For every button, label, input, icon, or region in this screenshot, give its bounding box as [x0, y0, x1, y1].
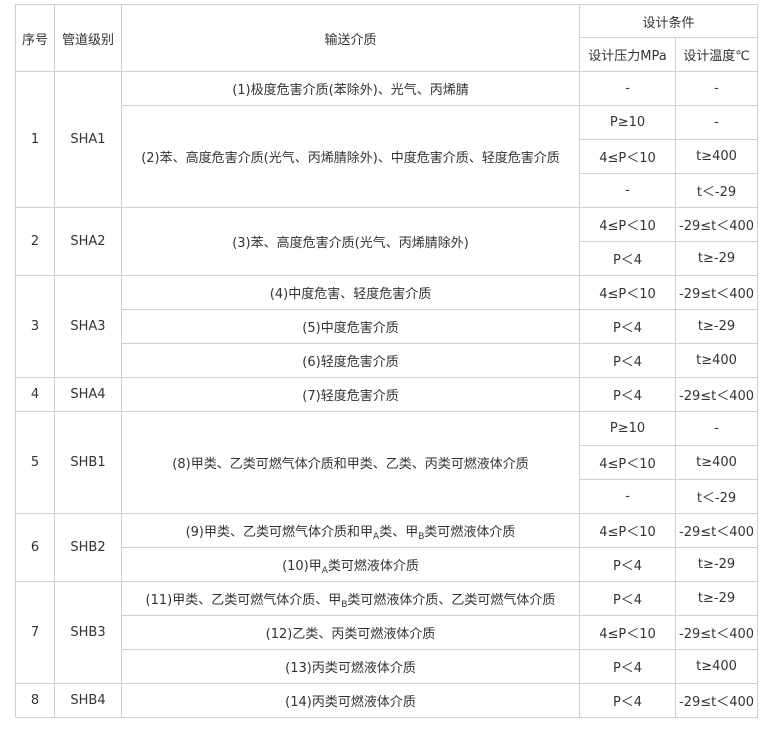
row-medium: (4)中度危害、轻度危害介质: [121, 275, 580, 310]
row-pressure: P＜4: [579, 649, 676, 684]
row-medium: (9)甲类、乙类可燃气体介质和甲A类、甲B类可燃液体介质: [121, 513, 580, 548]
row-grade: SHA4: [54, 377, 122, 412]
row-temperature: -: [674, 71, 759, 106]
row-medium: (7)轻度危害介质: [121, 377, 580, 412]
row-no: 5: [15, 411, 55, 514]
header-medium: 输送介质: [121, 4, 580, 72]
row-pressure: 4≤P＜10: [579, 275, 676, 310]
row-grade: SHA1: [54, 71, 122, 208]
row-pressure: P＜4: [579, 581, 676, 616]
row-temperature: -29≤t＜400: [674, 513, 759, 548]
row-pressure: -: [579, 173, 676, 208]
table-row: (13)丙类可燃液体介质 P＜4 t≥400: [16, 649, 759, 684]
row-pressure: P＜4: [579, 241, 676, 276]
row-temperature: -: [674, 411, 759, 446]
row-pressure: P＜4: [579, 309, 676, 344]
row-pressure: 4≤P＜10: [579, 139, 676, 174]
medium-text: 类可燃液体介质、乙类可燃气体介质: [347, 593, 556, 608]
medium-text: (9)甲类、乙类可燃气体介质和甲: [185, 525, 374, 540]
row-pressure: -: [579, 479, 676, 514]
row-grade: SHB1: [54, 411, 122, 514]
row-temperature: t＜-29: [674, 479, 759, 514]
table-row: 4 SHA4 (7)轻度危害介质 P＜4 -29≤t＜400: [15, 377, 759, 412]
row-grade: SHA3: [54, 275, 122, 378]
table-row: 5 SHB1 (8)甲类、乙类可燃气体介质和甲类、乙类、丙类可燃液体介质 P≥1…: [15, 411, 759, 514]
row-medium: (2)苯、高度危害介质(光气、丙烯腈除外)、中度危害介质、轻度危害介质: [121, 105, 580, 208]
row-temperature: t≥400: [674, 649, 759, 684]
row-pressure: 4≤P＜10: [579, 615, 676, 650]
row-medium: (13)丙类可燃液体介质: [121, 649, 580, 684]
row-no: 3: [15, 275, 55, 378]
row-pressure: 4≤P＜10: [579, 207, 676, 242]
table-row: (5)中度危害介质 P＜4 t≥-29: [16, 309, 759, 344]
row-grade: SHB2: [54, 513, 122, 582]
row-temperature: -29≤t＜400: [674, 615, 759, 650]
row-grade: SHA2: [54, 207, 122, 276]
table-row: 8 SHB4 (14)丙类可燃液体介质 P＜4 -29≤t＜400: [15, 683, 759, 718]
row-temperature: t≥400: [674, 445, 759, 480]
row-pressure: P≥10: [579, 411, 676, 446]
row-no: 7: [15, 581, 55, 684]
row-no: 1: [15, 71, 55, 208]
row-temperature: -29≤t＜400: [674, 207, 759, 242]
medium-text: 类可燃液体介质: [327, 559, 419, 574]
row-temperature: t≥400: [674, 139, 759, 174]
row-medium: (5)中度危害介质: [121, 309, 580, 344]
row-no: 8: [15, 683, 55, 718]
row-pressure: 4≤P＜10: [579, 445, 676, 480]
row-pressure: 4≤P＜10: [579, 513, 676, 548]
row-no: 6: [15, 513, 55, 582]
row-medium: (8)甲类、乙类可燃气体介质和甲类、乙类、丙类可燃液体介质: [121, 411, 580, 514]
table-row: 7 SHB3 (11)甲类、乙类可燃气体介质、甲B类可燃液体介质、乙类可燃气体介…: [15, 581, 759, 684]
row-pressure: P＜4: [579, 343, 676, 378]
row-temperature: t＜-29: [674, 173, 759, 208]
row-no: 2: [15, 207, 55, 276]
row-pressure: P＜4: [579, 547, 676, 582]
table-row: 1 SHA1 (1)极度危害介质(苯除外)、光气、丙烯腈 - -: [15, 71, 759, 208]
table-row: 2 SHA2 (3)苯、高度危害介质(光气、丙烯腈除外) 4≤P＜10 -29≤…: [15, 207, 759, 276]
row-grade: SHB4: [54, 683, 122, 718]
row-medium: (12)乙类、丙类可燃液体介质: [121, 615, 580, 650]
table-row: (6)轻度危害介质 P＜4 t≥400: [16, 343, 759, 378]
row-medium: (11)甲类、乙类可燃气体介质、甲B类可燃液体介质、乙类可燃气体介质: [121, 581, 580, 616]
row-temperature: t≥-29: [674, 309, 759, 344]
row-temperature: t≥-29: [674, 581, 759, 616]
medium-text: 类、甲: [379, 525, 419, 540]
row-temperature: -29≤t＜400: [674, 275, 759, 310]
row-temperature: t≥-29: [674, 241, 759, 276]
row-grade: SHB3: [54, 581, 122, 684]
table-row: (2)苯、高度危害介质(光气、丙烯腈除外)、中度危害介质、轻度危害介质 P≥10…: [16, 105, 759, 208]
header-row: 序号 管道级别 输送介质 设计条件: [15, 4, 759, 72]
table-row: (12)乙类、丙类可燃液体介质 4≤P＜10 -29≤t＜400: [16, 615, 759, 650]
row-temperature: -: [674, 105, 759, 140]
row-temperature: t≥400: [674, 343, 759, 378]
header-temperature: 设计温度℃: [674, 37, 759, 72]
header-design-conditions: 设计条件: [578, 4, 759, 38]
row-temperature: t≥-29: [674, 547, 759, 582]
medium-text: (11)甲类、乙类可燃气体介质、甲: [145, 593, 342, 608]
row-pressure: P≥10: [579, 105, 676, 140]
row-medium: (10)甲A类可燃液体介质: [121, 547, 580, 582]
header-pressure: 设计压力MPa: [579, 37, 676, 72]
medium-text: 类可燃液体介质: [424, 525, 516, 540]
row-pressure: -: [579, 71, 676, 106]
header-no: 序号: [15, 4, 55, 72]
medium-text: (10)甲: [282, 559, 322, 574]
row-medium: (14)丙类可燃液体介质: [121, 683, 580, 718]
row-no: 4: [15, 377, 55, 412]
header-grade: 管道级别: [54, 4, 122, 72]
table-row: (10)甲A类可燃液体介质 P＜4 t≥-29: [16, 547, 759, 582]
table-row: 6 SHB2 (9)甲类、乙类可燃气体介质和甲A类、甲B类可燃液体介质 4≤P＜…: [15, 513, 759, 582]
row-temperature: -29≤t＜400: [674, 683, 759, 718]
row-medium: (3)苯、高度危害介质(光气、丙烯腈除外): [121, 207, 580, 276]
pipeline-class-table: 序号 管道级别 输送介质 设计条件 设计压力MPa 设计温度℃ 1 SHA1 (…: [15, 4, 759, 718]
row-medium: (6)轻度危害介质: [121, 343, 580, 378]
row-medium: (1)极度危害介质(苯除外)、光气、丙烯腈: [121, 71, 580, 106]
row-pressure: P＜4: [579, 377, 676, 412]
table-row: 3 SHA3 (4)中度危害、轻度危害介质 4≤P＜10 -29≤t＜400: [15, 275, 759, 378]
row-temperature: -29≤t＜400: [674, 377, 759, 412]
row-pressure: P＜4: [579, 683, 676, 718]
